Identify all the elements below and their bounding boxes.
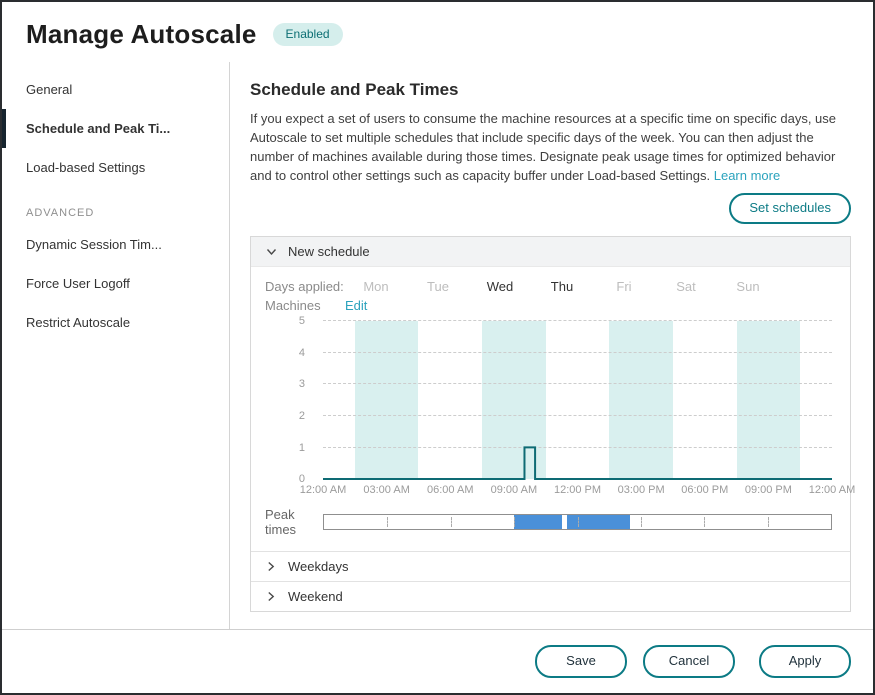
day-wed[interactable]: Wed xyxy=(469,279,531,294)
day-mon[interactable]: Mon xyxy=(345,279,407,294)
sidebar-item-load-based-settings[interactable]: Load-based Settings xyxy=(2,148,229,187)
chevron-right-icon xyxy=(265,561,277,572)
sidebar-item-dynamic-session-timeout[interactable]: Dynamic Session Tim... xyxy=(2,225,229,264)
weekdays-label: Weekdays xyxy=(288,559,348,574)
apply-button[interactable]: Apply xyxy=(759,645,851,678)
learn-more-link[interactable]: Learn more xyxy=(714,168,780,183)
x-tick-label: 03:00 AM xyxy=(363,484,409,496)
peak-time-segment xyxy=(567,515,630,529)
peak-bar-separator xyxy=(387,517,388,527)
y-tick-label: 1 xyxy=(299,442,305,454)
x-axis-labels: 12:00 AM03:00 AM06:00 AM09:00 AM12:00 PM… xyxy=(323,484,832,500)
day-sun[interactable]: Sun xyxy=(717,279,779,294)
peak-times-bar[interactable] xyxy=(323,514,832,530)
x-tick-label: 09:00 PM xyxy=(745,484,792,496)
header: Manage Autoscale Enabled xyxy=(2,2,873,62)
sidebar-section-advanced: ADVANCED xyxy=(2,187,229,225)
x-tick-label: 09:00 AM xyxy=(491,484,537,496)
content-area: General Schedule and Peak Ti... Load-bas… xyxy=(2,62,873,629)
save-button[interactable]: Save xyxy=(535,645,627,678)
set-schedules-row: Set schedules xyxy=(250,193,851,224)
peak-bar-separator xyxy=(451,517,452,527)
x-tick-label: 06:00 AM xyxy=(427,484,473,496)
y-tick-label: 2 xyxy=(299,410,305,422)
new-schedule-label: New schedule xyxy=(288,244,370,259)
sidebar: General Schedule and Peak Ti... Load-bas… xyxy=(2,62,230,629)
chevron-down-icon xyxy=(265,248,277,256)
weekend-label: Weekend xyxy=(288,589,343,604)
x-tick-label: 12:00 AM xyxy=(809,484,855,496)
x-tick-label: 12:00 PM xyxy=(554,484,601,496)
day-fri[interactable]: Fri xyxy=(593,279,655,294)
y-tick-label: 3 xyxy=(299,378,305,390)
enabled-status-badge: Enabled xyxy=(273,23,343,45)
x-tick-label: 03:00 PM xyxy=(618,484,665,496)
y-axis-labels: 012345 xyxy=(265,321,315,479)
chevron-right-icon xyxy=(265,591,277,602)
edit-machines-link[interactable]: Edit xyxy=(345,298,367,313)
y-tick-label: 5 xyxy=(299,315,305,327)
page-title: Manage Autoscale xyxy=(26,19,257,50)
set-schedules-button[interactable]: Set schedules xyxy=(729,193,851,224)
peak-times-row: Peak times xyxy=(265,507,836,537)
machines-line-layer xyxy=(323,321,832,479)
weekdays-header[interactable]: Weekdays xyxy=(251,552,850,581)
days-applied-label: Days applied: xyxy=(265,279,345,294)
sidebar-item-general[interactable]: General xyxy=(2,70,229,109)
machines-chart: 012345 12:00 AM03:00 AM06:00 AM09:00 AM1… xyxy=(265,321,836,500)
days-applied-row: Days applied: Mon Tue Wed Thu Fri Sat Su… xyxy=(265,279,836,294)
new-schedule-header[interactable]: New schedule xyxy=(251,237,850,266)
main-panel: Schedule and Peak Times If you expect a … xyxy=(230,62,873,629)
new-schedule-panel: Days applied: Mon Tue Wed Thu Fri Sat Su… xyxy=(251,266,850,552)
peak-bar-separator xyxy=(704,517,705,527)
peak-times-label: Peak times xyxy=(265,507,323,537)
footer: Save Cancel Apply xyxy=(2,629,873,693)
section-heading: Schedule and Peak Times xyxy=(250,80,851,100)
cancel-button[interactable]: Cancel xyxy=(643,645,735,678)
x-tick-label: 12:00 AM xyxy=(300,484,346,496)
day-tue[interactable]: Tue xyxy=(407,279,469,294)
manage-autoscale-dialog: Manage Autoscale Enabled General Schedul… xyxy=(0,0,875,695)
x-tick-label: 06:00 PM xyxy=(681,484,728,496)
machines-step-line xyxy=(323,448,832,480)
sidebar-item-force-user-logoff[interactable]: Force User Logoff xyxy=(2,264,229,303)
description: If you expect a set of users to consume … xyxy=(250,110,851,185)
weekend-header[interactable]: Weekend xyxy=(251,581,850,611)
peak-bar-separator xyxy=(578,517,579,527)
machines-row: Machines Edit xyxy=(265,298,836,313)
peak-bar-separator xyxy=(768,517,769,527)
peak-bar-separator xyxy=(514,517,515,527)
peak-bar-separator xyxy=(641,517,642,527)
sidebar-item-schedule-and-peak-times[interactable]: Schedule and Peak Ti... xyxy=(2,109,229,148)
day-sat[interactable]: Sat xyxy=(655,279,717,294)
schedules-accordion: New schedule Days applied: Mon Tue Wed T… xyxy=(250,236,851,612)
day-thu[interactable]: Thu xyxy=(531,279,593,294)
y-tick-label: 4 xyxy=(299,347,305,359)
machines-chart-plot xyxy=(323,321,832,479)
peak-time-segment xyxy=(514,515,562,529)
machines-label: Machines xyxy=(265,298,345,313)
sidebar-item-restrict-autoscale[interactable]: Restrict Autoscale xyxy=(2,303,229,342)
